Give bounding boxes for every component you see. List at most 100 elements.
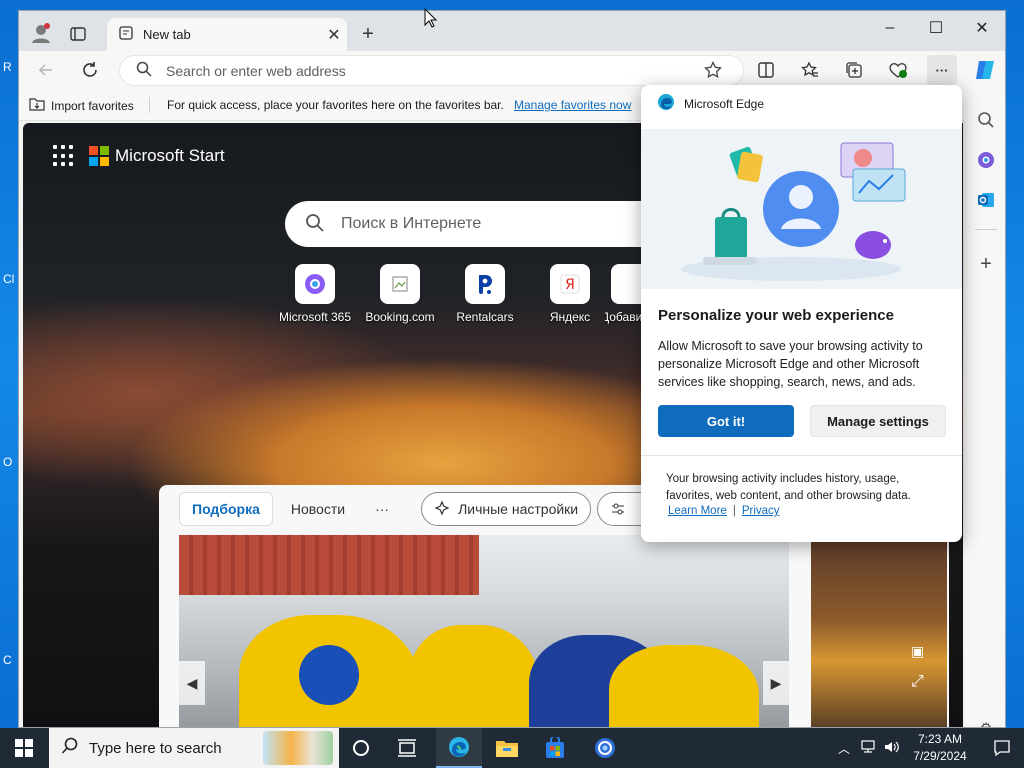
popup-links: Learn More | Privacy — [668, 505, 780, 517]
import-favorites-label: Import favorites — [51, 98, 134, 113]
taskbar-search-box[interactable]: Type here to search — [49, 728, 339, 768]
sparkle-icon — [434, 501, 450, 516]
toolbar: Search or enter web address ··· — [19, 51, 1005, 89]
personalization-illustration — [641, 129, 962, 289]
rentalcars-icon — [465, 264, 505, 304]
sidebar-settings-icon[interactable]: ⚙ — [973, 715, 999, 727]
microsoft-store-icon[interactable] — [532, 728, 578, 768]
search-icon — [305, 213, 325, 236]
copilot-icon[interactable] — [970, 55, 1000, 85]
desktop-icon-label[interactable]: Cl — [3, 272, 14, 286]
microsoft-start-header: Microsoft Start — [53, 145, 225, 167]
taskbar-clock[interactable]: 7:23 AM 7/29/2024 — [902, 731, 978, 765]
folder-import-icon — [29, 97, 45, 114]
maximize-icon[interactable]: ☐ — [913, 11, 959, 45]
tab-actions-icon[interactable] — [67, 23, 89, 45]
feed-side-image[interactable]: ▣ ⤢ — [811, 535, 947, 727]
browser-app-icon[interactable] — [582, 728, 628, 768]
svg-text:Я: Я — [565, 277, 575, 293]
mouse-cursor-icon — [424, 7, 438, 31]
previous-arrow-icon[interactable]: ◀ — [179, 661, 205, 705]
add-favorite-star-icon[interactable] — [698, 55, 728, 85]
search-icon — [61, 737, 79, 759]
personalize-button[interactable]: Личные настройки — [421, 492, 592, 526]
popup-header: Microsoft Edge — [657, 93, 764, 114]
m365-icon — [295, 264, 335, 304]
import-favorites-button[interactable]: Import favorites — [29, 97, 134, 114]
next-arrow-icon[interactable]: ▶ — [763, 661, 789, 705]
split-screen-icon[interactable] — [751, 55, 781, 85]
got-it-button[interactable]: Got it! — [658, 405, 794, 437]
taskbar: Type here to search ︿ 7:23 AM 7/29/2024 — [0, 728, 1024, 768]
tab-title: New tab — [143, 27, 191, 42]
search-icon[interactable] — [973, 107, 999, 133]
search-highlight-image[interactable] — [263, 731, 333, 765]
collections-icon[interactable] — [839, 55, 869, 85]
address-placeholder: Search or enter web address — [166, 62, 346, 79]
divider — [975, 229, 997, 230]
task-view-icon[interactable] — [384, 728, 430, 768]
refresh-icon[interactable] — [75, 55, 105, 85]
tab-new-tab[interactable]: New tab ✕ — [107, 18, 347, 51]
edge-sidebar: + ⚙ — [965, 89, 1005, 727]
close-window-icon[interactable]: ✕ — [959, 11, 1005, 45]
new-tab-icon[interactable]: + — [357, 23, 379, 45]
tab-news[interactable]: Новости — [279, 492, 357, 526]
microsoft-logo-icon — [89, 146, 109, 166]
browser-essentials-icon[interactable] — [883, 55, 913, 85]
page-icon — [119, 26, 133, 43]
personalization-popup: Microsoft Edge Personalize your web expe… — [641, 85, 962, 542]
settings-more-icon[interactable]: ··· — [927, 55, 957, 85]
learn-more-link[interactable]: Learn More — [668, 505, 727, 517]
profile-icon[interactable] — [29, 21, 53, 45]
yandex-icon: Я — [550, 264, 590, 304]
add-sidebar-app-icon[interactable]: + — [973, 251, 999, 277]
booking-icon — [380, 264, 420, 304]
windows-start-icon[interactable] — [0, 728, 48, 768]
manage-settings-button[interactable]: Manage settings — [810, 405, 946, 437]
popup-body: Allow Microsoft to save your browsing ac… — [658, 339, 923, 389]
desktop-icon-label[interactable]: R — [3, 60, 12, 74]
race-car-image — [299, 645, 359, 705]
file-explorer-icon[interactable] — [484, 728, 530, 768]
feed-more-icon[interactable]: ··· — [363, 492, 401, 526]
feed-article-image[interactable]: ◀ ▶ — [179, 535, 789, 727]
cortana-icon[interactable] — [338, 728, 384, 768]
quick-link-tile[interactable]: Добавить — [605, 264, 645, 324]
image-icon[interactable]: ▣ — [911, 643, 924, 660]
favorites-bar-message: For quick access, place your favorites h… — [167, 98, 504, 112]
close-tab-icon[interactable]: ✕ — [321, 25, 347, 45]
search-placeholder: Поиск в Интернете — [341, 215, 482, 232]
popup-footer-text: Your browsing activity includes history,… — [666, 473, 911, 502]
app-launcher-icon[interactable] — [53, 145, 75, 167]
tab-picks[interactable]: Подборка — [179, 492, 273, 526]
outlook-icon[interactable] — [973, 187, 999, 213]
race-car-image — [409, 625, 539, 727]
minimize-icon[interactable]: – — [867, 11, 913, 45]
show-hidden-icons-icon[interactable]: ︿ — [838, 740, 850, 757]
edge-logo-icon — [657, 93, 675, 114]
address-bar[interactable]: Search or enter web address — [119, 55, 744, 86]
manage-favorites-link[interactable]: Manage favorites now — [514, 98, 631, 112]
system-tray: ︿ — [838, 728, 900, 768]
race-car-image — [609, 645, 759, 727]
background-wall — [179, 535, 479, 595]
network-icon[interactable] — [860, 739, 876, 757]
taskbar-search-placeholder: Type here to search — [89, 739, 222, 757]
m365-icon[interactable] — [973, 147, 999, 173]
notifications-icon[interactable] — [980, 728, 1024, 768]
edge-taskbar-icon[interactable] — [436, 728, 482, 768]
desktop-icon-label[interactable]: O — [3, 455, 12, 469]
popup-title: Personalize your web experience — [658, 307, 894, 324]
brand-name[interactable]: Microsoft Start — [115, 146, 225, 166]
sliders-icon — [612, 503, 625, 515]
desktop-icon-label[interactable]: C — [3, 653, 12, 667]
back-icon[interactable] — [31, 55, 61, 85]
tile-label: Добавить — [605, 310, 645, 324]
expand-icon[interactable]: ⤢ — [911, 673, 924, 691]
link-separator: | — [732, 505, 736, 517]
personalize-label: Личные настройки — [458, 501, 579, 517]
favorites-icon[interactable] — [795, 55, 825, 85]
privacy-link[interactable]: Privacy — [742, 505, 780, 517]
volume-icon[interactable] — [884, 740, 900, 757]
